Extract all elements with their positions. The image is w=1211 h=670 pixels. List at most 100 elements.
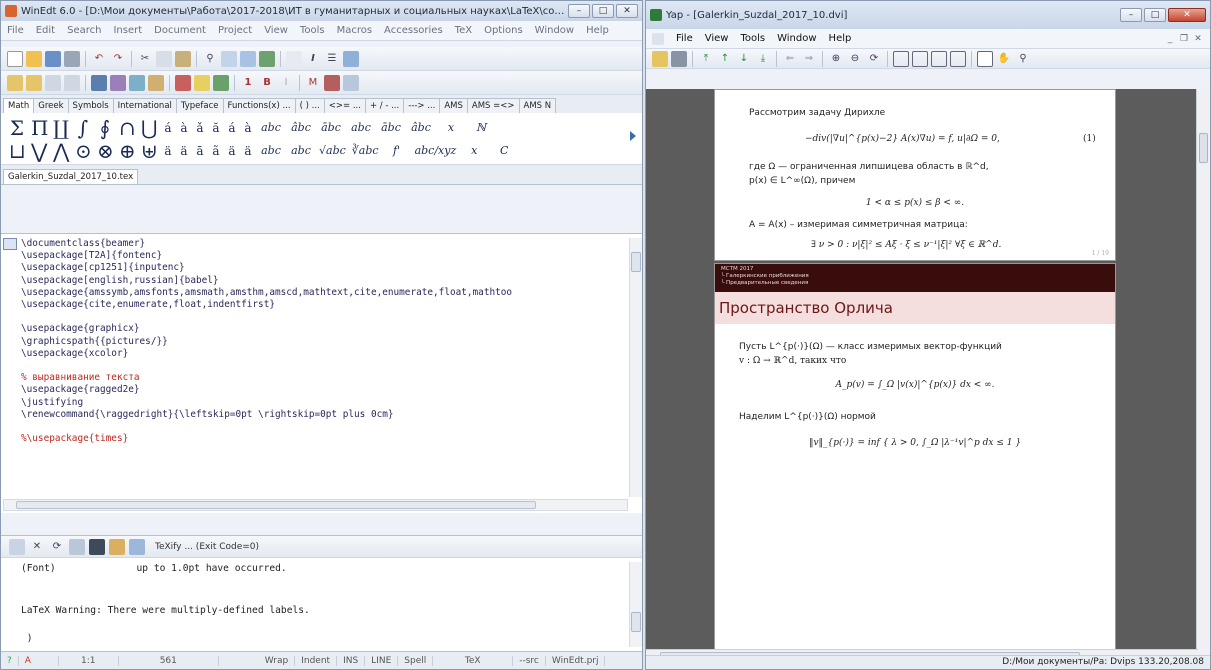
first-page-icon[interactable]: ⤒ (698, 51, 714, 67)
widetilde-abc[interactable]: abc (259, 121, 283, 134)
italic2-icon[interactable]: I (278, 75, 294, 91)
console-scrollbar[interactable] (629, 562, 642, 647)
bigwedge-symbol[interactable]: ⋀ (53, 139, 69, 163)
find-icon[interactable]: ⚲ (202, 51, 218, 67)
pdf-icon[interactable] (91, 74, 107, 91)
code-editor[interactable]: \documentclass{beamer} \usepackage[T2A]{f… (1, 233, 642, 513)
compile-icon[interactable] (175, 74, 191, 91)
document-icon[interactable] (286, 50, 302, 67)
code-line[interactable]: \usepackage[cp1251]{inputenc} (21, 262, 624, 274)
open-folder-icon[interactable] (26, 50, 42, 67)
console-icon[interactable] (9, 538, 25, 555)
next-page-icon[interactable]: ↓ (736, 51, 752, 67)
menu-accessories[interactable]: Accessories (384, 25, 443, 36)
spell-icon[interactable]: 1 (240, 75, 256, 91)
bookmark2-icon[interactable] (26, 74, 42, 91)
tools-icon[interactable] (259, 50, 275, 67)
tab-functions[interactable]: Functions(x) ... (222, 98, 296, 113)
sqrt-abc[interactable]: √abc (319, 144, 346, 157)
code-line[interactable]: \usepackage{cite,enumerate,float,indentf… (21, 299, 624, 311)
code-text[interactable]: \documentclass{beamer} \usepackage[T2A]{f… (21, 238, 624, 497)
tab-ams-rel[interactable]: AMS =<> (466, 98, 520, 113)
int-symbol[interactable]: ∫ (75, 116, 91, 140)
code-line[interactable]: \usepackage{graphicx} (21, 323, 624, 335)
prime-f[interactable]: f' (385, 144, 409, 157)
menu-help[interactable]: Help (586, 25, 609, 36)
yap-minimize-button[interactable]: – (1120, 8, 1142, 22)
paste-icon[interactable] (175, 50, 191, 67)
code-line[interactable]: % выравнивание текста (21, 372, 624, 384)
ddot-accent[interactable]: ä (163, 144, 173, 158)
yap-menu-tools[interactable]: Tools (740, 33, 765, 44)
overrightarrow-abc[interactable]: ābc (379, 121, 403, 134)
file-tab[interactable]: Galerkin_Suzdal_2017_10.tex (3, 169, 139, 184)
code-line[interactable] (21, 360, 624, 372)
open-icon[interactable] (652, 50, 668, 67)
complex-c[interactable]: C (492, 144, 516, 157)
list-icon[interactable]: ☰ (324, 51, 340, 67)
bigoplus-symbol[interactable]: ⊕ (119, 139, 136, 163)
yap-menu-window[interactable]: Window (777, 33, 816, 44)
back-icon[interactable]: ⇐ (782, 51, 798, 67)
bold-icon[interactable]: B (259, 75, 275, 91)
tab-operators[interactable]: + / - ... (364, 98, 405, 113)
help-icon[interactable] (213, 74, 229, 91)
code-line[interactable]: \usepackage{xcolor} (21, 348, 624, 360)
bigodot-symbol[interactable]: ⊙ (75, 139, 92, 163)
code-line[interactable]: \usepackage{amssymb,amsfonts,amsmath,ams… (21, 287, 624, 299)
maximize-button[interactable]: □ (592, 4, 614, 18)
acute-accent[interactable]: á (163, 121, 173, 135)
palette-scroll-right-icon[interactable] (630, 131, 636, 141)
window-layout-icon[interactable] (343, 50, 359, 67)
paper2-icon[interactable] (343, 74, 359, 91)
hand-tool-icon[interactable]: ✋ (996, 51, 1012, 67)
biguplus-symbol[interactable]: ⊎ (141, 139, 158, 163)
menu-window[interactable]: Window (535, 25, 574, 36)
status-project[interactable]: WinEdt.prj (546, 655, 606, 666)
status-src[interactable]: --src (513, 655, 546, 666)
yap-menu-view[interactable]: View (705, 33, 729, 44)
goto-icon[interactable] (64, 74, 80, 91)
status-wrap[interactable]: Wrap (259, 655, 296, 666)
bigcup-symbol[interactable]: ⋃ (141, 116, 157, 140)
console-wrap-icon[interactable] (129, 538, 145, 555)
bigvee-symbol[interactable]: ⋁ (31, 139, 47, 163)
code-line[interactable]: \usepackage[T2A]{fontenc} (21, 250, 624, 262)
tab-relations[interactable]: <>= ... (323, 98, 366, 113)
widehat-abc[interactable]: âbc (289, 121, 313, 134)
tab-international[interactable]: International (112, 98, 177, 113)
jump-icon[interactable] (45, 74, 61, 91)
oint-symbol[interactable]: ∮ (97, 116, 113, 140)
undo-icon[interactable]: ↶ (91, 51, 107, 67)
close-button[interactable]: ✕ (616, 4, 638, 18)
redo-icon[interactable]: ↷ (110, 51, 126, 67)
prev-page-icon[interactable]: ↑ (717, 51, 733, 67)
dvi-vertical-scrollbar[interactable] (1196, 89, 1210, 649)
menu-insert[interactable]: Insert (113, 25, 142, 36)
code-line[interactable]: \usepackage{ragged2e} (21, 384, 624, 396)
status-line[interactable]: LINE (365, 655, 399, 666)
sum-symbol[interactable]: Σ (9, 116, 25, 140)
fit-page-icon[interactable] (950, 50, 966, 67)
frac-abc-xyz[interactable]: abc/xyz (415, 144, 457, 157)
tab-greek[interactable]: Greek (33, 98, 69, 113)
breve-accent[interactable]: ă (211, 121, 221, 135)
code-line[interactable] (21, 311, 624, 323)
console-output[interactable]: (Font) up to 1.0pt have occurred. LaTeX … (1, 557, 642, 651)
yap-menu-file[interactable]: File (676, 33, 693, 44)
editor-vertical-scrollbar[interactable] (629, 238, 642, 497)
close-console-icon[interactable]: ✕ (29, 539, 45, 555)
menu-tools[interactable]: Tools (300, 25, 325, 36)
minimize-button[interactable]: – (568, 4, 590, 18)
tab-brackets[interactable]: ( ) ... (294, 98, 325, 113)
console-refresh-icon[interactable]: ⟳ (49, 539, 65, 555)
tab-typeface[interactable]: Typeface (175, 98, 224, 113)
view-icon[interactable] (194, 74, 210, 91)
underbrace-abc[interactable]: abc (259, 144, 283, 157)
tab-symbols[interactable]: Symbols (67, 98, 114, 113)
editor-horizontal-scrollbar[interactable] (3, 499, 628, 511)
paper-icon[interactable] (324, 74, 340, 91)
prod-symbol[interactable]: Π (31, 116, 48, 140)
copy-icon[interactable] (156, 50, 172, 67)
bigotimes-symbol[interactable]: ⊗ (97, 139, 114, 163)
